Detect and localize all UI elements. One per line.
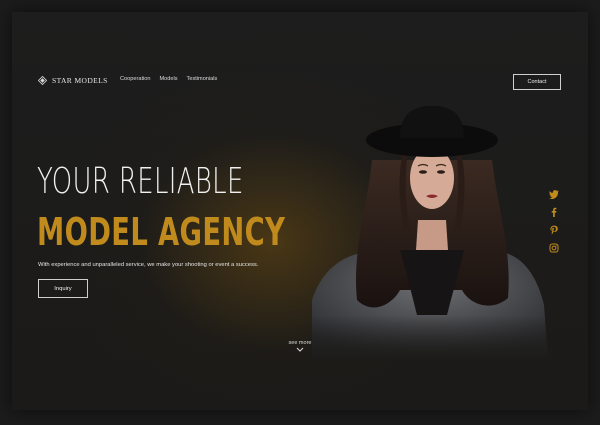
see-more-label: see more bbox=[288, 340, 312, 346]
page-frame: STAR MODELS Cooperation Models Testimoni… bbox=[0, 0, 600, 425]
nav-item-models[interactable]: Models bbox=[159, 76, 177, 82]
social-links bbox=[549, 189, 559, 253]
brand-logo[interactable]: STAR MODELS bbox=[38, 76, 108, 85]
pinterest-icon[interactable] bbox=[549, 225, 559, 235]
instagram-icon[interactable] bbox=[549, 243, 559, 253]
top-nav: STAR MODELS Cooperation Models Testimoni… bbox=[38, 74, 564, 92]
headline-line-2: MODEL AGENCY bbox=[37, 210, 286, 254]
see-more-link[interactable]: see more bbox=[278, 340, 322, 353]
nav-item-testimonials[interactable]: Testimonials bbox=[187, 76, 218, 82]
inquiry-button[interactable]: Inquiry bbox=[38, 279, 88, 298]
nav-item-cooperation[interactable]: Cooperation bbox=[120, 76, 150, 82]
brand-name: STAR MODELS bbox=[52, 76, 108, 85]
diamond-logo-icon bbox=[38, 76, 47, 85]
twitter-icon[interactable] bbox=[549, 189, 559, 199]
hero-tagline: With experience and unparalleled service… bbox=[38, 262, 259, 268]
facebook-icon[interactable] bbox=[549, 207, 559, 217]
headline-line-1: YOUR RELIABLE bbox=[37, 161, 244, 202]
nav-menu: Cooperation Models Testimonials bbox=[120, 76, 217, 82]
contact-button[interactable]: Contact bbox=[513, 74, 561, 90]
chevron-down-icon bbox=[296, 347, 304, 352]
model-portrait bbox=[312, 106, 552, 360]
